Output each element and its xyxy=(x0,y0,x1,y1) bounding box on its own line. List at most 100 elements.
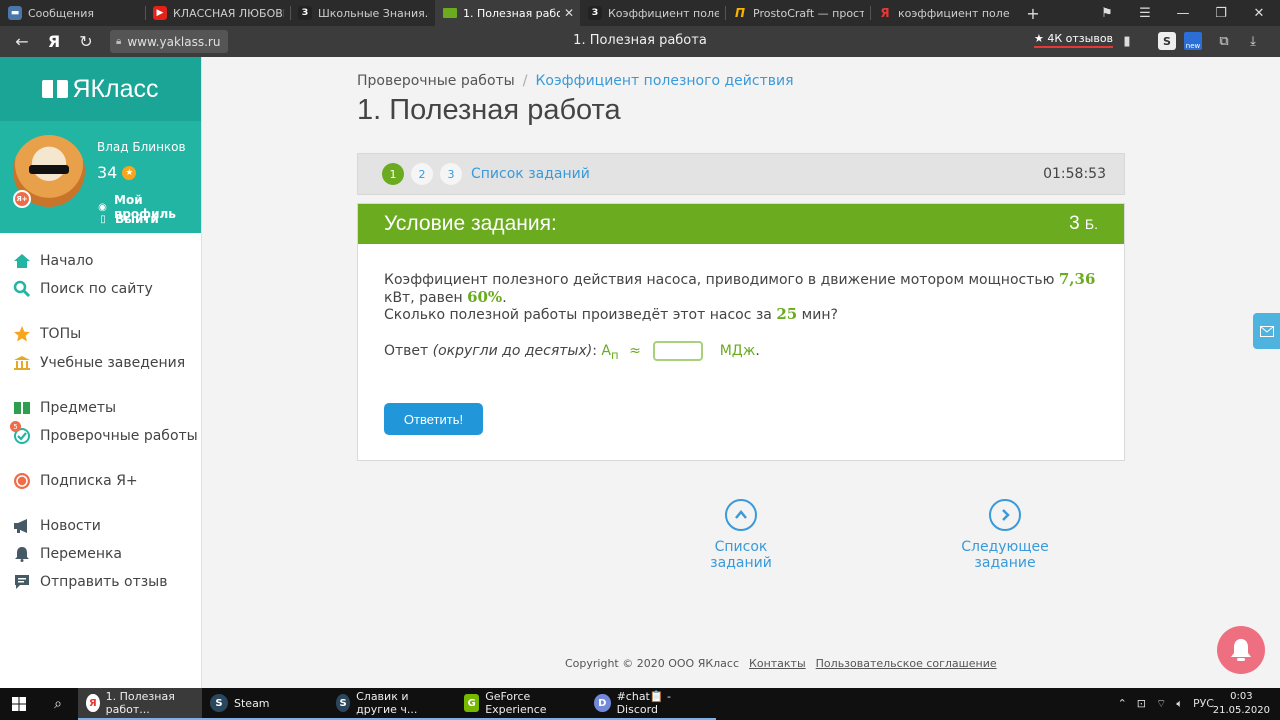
close-tab-icon[interactable]: ✕ xyxy=(564,6,574,20)
yandex-browser-icon: Я xyxy=(86,694,100,712)
megaphone-icon xyxy=(12,517,32,535)
sidebar-item-label: ТОПы xyxy=(40,326,82,342)
tab-title: ProstoCraft — просто M xyxy=(753,6,864,20)
user-points: 34 ★ xyxy=(97,163,137,182)
yaklass-logo[interactable]: ЯКласс xyxy=(0,57,201,121)
sidebar-item-schools[interactable]: Учебные заведения xyxy=(12,353,185,373)
sidebar-item-label: Новости xyxy=(40,518,101,534)
tab-title: КЛАССНАЯ ЛЮБОВЬ - xyxy=(173,6,284,20)
footer: Copyright © 2020 ООО ЯКласс Контакты Польз… xyxy=(565,657,997,670)
browser-tab-prostocraft[interactable]: Π ProstoCraft — просто M xyxy=(725,0,870,26)
sidebar-item-label: Поиск по сайту xyxy=(40,281,153,297)
skype-icon[interactable]: S xyxy=(1158,32,1176,50)
page-1-button[interactable]: 1 xyxy=(382,163,404,185)
close-window-icon[interactable]: ✕ xyxy=(1240,0,1278,26)
wifi-icon[interactable]: ⌔ xyxy=(1156,697,1166,711)
search-icon xyxy=(12,280,32,298)
breadcrumb: Проверочные работы / Коэффициент полезного… xyxy=(357,73,794,89)
clock[interactable]: 0:03 21.05.2020 xyxy=(1213,690,1270,718)
sidebar-item-label: Начало xyxy=(40,253,94,269)
star-icon xyxy=(12,325,32,343)
bookmarks-icon[interactable]: ⚑ xyxy=(1088,0,1126,26)
lock-icon: 🔒︎ xyxy=(116,36,122,47)
chevron-up-icon[interactable]: ⌃ xyxy=(1118,697,1127,711)
language-indicator[interactable]: РУС xyxy=(1193,697,1214,711)
power-value: 7,36 xyxy=(1058,270,1096,288)
browser-tab-messages[interactable]: ▬ Сообщения xyxy=(0,0,145,26)
next-task-nav[interactable]: Следующее задание xyxy=(940,499,1070,571)
task-pager: 1 2 3 Список заданий 01:58:53 xyxy=(357,153,1125,195)
browser-tab-youtube[interactable]: ▶ КЛАССНАЯ ЛЮБОВЬ - xyxy=(145,0,290,26)
contacts-link[interactable]: Контакты xyxy=(749,657,806,670)
time-value: 25 xyxy=(776,305,798,323)
sidebar-item-break[interactable]: Переменка xyxy=(12,544,122,564)
sidebar-item-search[interactable]: Поиск по сайту xyxy=(12,279,153,299)
efficiency-value: 60% xyxy=(467,288,503,306)
chevron-right-icon xyxy=(989,499,1021,531)
menu-icon[interactable]: ☰ xyxy=(1126,0,1164,26)
yandex-logo-icon[interactable]: Я xyxy=(38,32,70,51)
sidebar-item-subscription[interactable]: Подписка Я+ xyxy=(12,471,138,491)
bookmark-icon[interactable]: ▮ xyxy=(1118,32,1136,50)
volume-icon[interactable]: 🔈︎ xyxy=(1176,697,1183,711)
znania-favicon-icon: З xyxy=(588,6,602,20)
answer-unit: МДж xyxy=(719,343,756,359)
task-line-1: Коэффициент полезного действия насоса, п… xyxy=(384,270,1124,306)
clock-time: 0:03 xyxy=(1230,691,1253,702)
sidebar-item-feedback[interactable]: Отправить отзыв xyxy=(12,572,167,592)
notification-bell-icon[interactable] xyxy=(1217,626,1265,674)
logo-text: ЯКласс xyxy=(72,74,159,103)
reviews-button[interactable]: ★ 4К отзывов xyxy=(1034,32,1114,48)
minimize-icon[interactable]: — xyxy=(1164,0,1202,26)
taskbar-steam[interactable]: S Steam xyxy=(202,688,328,720)
taskbar-steam-chat[interactable]: S Славик и другие ч... xyxy=(328,688,456,720)
new-tab-button[interactable]: + xyxy=(1015,4,1051,23)
points-value: 34 xyxy=(97,163,118,182)
sidebar-item-home[interactable]: Начало xyxy=(12,251,93,271)
task-text: . xyxy=(502,290,507,306)
windows-start-icon[interactable] xyxy=(0,688,38,720)
browser-tab-active[interactable]: 1. Полезная работа ✕ xyxy=(435,0,580,26)
browser-tab-znania[interactable]: З Школьные Знания.com xyxy=(290,0,435,26)
sidebar-item-tops[interactable]: ТОПы xyxy=(12,324,81,344)
page-2-button[interactable]: 2 xyxy=(411,163,433,185)
network-icon[interactable]: ⊡ xyxy=(1137,697,1146,711)
logout-link[interactable]: ▯ Выйти xyxy=(97,212,159,226)
submit-button[interactable]: Ответить! xyxy=(384,403,483,435)
mail-feedback-icon[interactable] xyxy=(1253,313,1280,349)
task-list-nav[interactable]: Список заданий xyxy=(690,499,792,571)
search-icon[interactable]: ⌕ xyxy=(38,688,78,720)
agreement-link[interactable]: Пользовательское соглашение xyxy=(816,657,997,670)
restore-icon[interactable]: ❐ xyxy=(1202,0,1240,26)
reload-icon[interactable]: ↻ xyxy=(70,32,102,51)
answer-input[interactable] xyxy=(653,341,704,361)
tab-title: Коэффициент полезно xyxy=(608,6,719,20)
download-icon[interactable]: ⤓ xyxy=(1244,32,1262,50)
task-line-2: Сколько полезной работы произведёт этот … xyxy=(384,305,838,323)
sidebar-item-tests[interactable]: 5 Проверочные работы xyxy=(10,421,198,446)
answer-variable: Aп xyxy=(601,343,618,362)
task-points: 3 Б. xyxy=(1069,213,1098,235)
znania-favicon-icon: З xyxy=(298,6,312,20)
browser-tab-yandex[interactable]: Я коэффициент полезно xyxy=(870,0,1015,26)
page-3-button[interactable]: 3 xyxy=(440,163,462,185)
browser-tab-znania-2[interactable]: З Коэффициент полезно xyxy=(580,0,725,26)
sidebar-item-subjects[interactable]: Предметы xyxy=(12,398,116,418)
url-field[interactable]: 🔒︎ www.yaklass.ru xyxy=(110,30,228,53)
taskbar-geforce[interactable]: G GeForce Experience xyxy=(456,688,586,720)
logout-link-label: Выйти xyxy=(115,212,159,226)
back-arrow-icon[interactable]: ← xyxy=(6,32,38,51)
taskbar-discord[interactable]: D #chat📋 - Discord xyxy=(586,688,716,720)
next-task-nav-label: Следующее задание xyxy=(961,539,1049,571)
breadcrumb-root[interactable]: Проверочные работы xyxy=(357,73,515,89)
sidebar-item-news[interactable]: Новости xyxy=(12,516,101,536)
task-card: Условие задания: 3 Б. Коэффициент полезн… xyxy=(357,203,1125,461)
taskbar-yandex-browser[interactable]: Я 1. Полезная работ... xyxy=(78,688,202,720)
task-list-link[interactable]: Список заданий xyxy=(471,166,590,182)
collections-icon[interactable]: ⧉ xyxy=(1215,32,1233,50)
breadcrumb-current[interactable]: Коэффициент полезного действия xyxy=(535,73,793,89)
task-header: Условие задания: 3 Б. xyxy=(358,204,1124,244)
new-extension-icon[interactable]: new xyxy=(1184,32,1202,50)
address-bar: ← Я ↻ 🔒︎ www.yaklass.ru 1. Полезная рабо… xyxy=(0,26,1280,57)
answer-dot: . xyxy=(755,343,760,359)
